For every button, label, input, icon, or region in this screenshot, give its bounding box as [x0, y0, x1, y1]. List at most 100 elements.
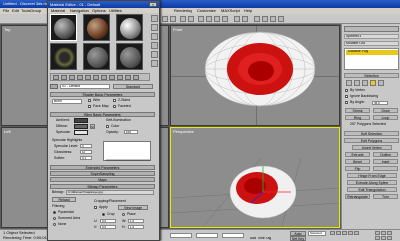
reset-map-icon[interactable] [77, 75, 83, 80]
menu-customize[interactable]: Customize [197, 9, 216, 13]
mat-menu-navigation[interactable]: Navigation [70, 9, 89, 13]
edge-icon[interactable] [354, 80, 360, 86]
flip-button[interactable]: Flip [345, 166, 370, 171]
sample-slot-1[interactable] [50, 14, 77, 41]
h-field[interactable]: 1.0 [128, 225, 144, 229]
insert-vertex-button[interactable]: Insert Vertex [352, 145, 392, 150]
render-icon[interactable] [278, 16, 284, 22]
sample-slot-5[interactable] [83, 43, 110, 70]
two-sided-checkbox[interactable] [113, 99, 116, 102]
diffuse-map-button[interactable]: M [90, 124, 95, 129]
command-panel-tabs[interactable] [344, 26, 399, 32]
selection-rollout[interactable]: Selection [344, 73, 399, 78]
material-editor-title-bar[interactable]: Material Editor - 01 - Default × [48, 1, 159, 8]
quick-render-icon[interactable] [270, 16, 276, 22]
undo-icon[interactable] [162, 16, 168, 22]
apply-checkbox[interactable] [94, 206, 97, 209]
menu-group[interactable]: Group [30, 9, 41, 13]
w-field[interactable]: 1.0 [128, 219, 144, 223]
diffuse-color-swatch[interactable] [74, 124, 88, 129]
make-unique-icon[interactable] [85, 75, 91, 80]
soft-selection-rollout[interactable]: Soft Selection [344, 131, 399, 136]
go-to-parent-icon[interactable] [125, 75, 131, 80]
menu-tools[interactable]: Tools [21, 9, 30, 13]
menu-file[interactable]: File [3, 9, 9, 13]
mat-menu-utilities[interactable]: Utilities [109, 9, 122, 13]
ignore-backfacing-checkbox[interactable] [345, 95, 348, 98]
u-field[interactable]: 0.0 [100, 219, 116, 223]
viewport-front[interactable]: Front [170, 25, 340, 126]
extended-parameters-rollout[interactable]: Extended Parameters [50, 165, 155, 170]
go-start-icon[interactable] [330, 231, 335, 235]
glossiness-field[interactable]: 10 [80, 150, 92, 154]
move-icon[interactable] [206, 16, 212, 22]
ring-button[interactable]: Ring [345, 115, 370, 120]
show-end-result-icon[interactable] [117, 75, 123, 80]
modifier-list-dropdown[interactable]: Modifier List [344, 41, 399, 46]
menu-help[interactable]: Help [244, 9, 252, 13]
soften-field[interactable]: 0.1 [80, 156, 92, 160]
shader-basic-rollout[interactable]: Shader Basic Parameters [50, 92, 155, 97]
show-map-in-viewport-icon[interactable] [109, 75, 115, 80]
outline-button[interactable]: Outline [373, 152, 398, 157]
make-preview-icon[interactable] [151, 60, 158, 67]
shrink-button[interactable]: Shrink [345, 108, 370, 113]
prev-frame-icon[interactable] [336, 231, 341, 235]
by-vertex-checkbox[interactable] [345, 89, 348, 92]
none-radio[interactable] [53, 223, 56, 226]
turn-button[interactable]: Turn [373, 194, 398, 199]
go-end-icon[interactable] [354, 231, 359, 235]
zoom-icon[interactable] [375, 231, 380, 235]
go-forward-sibling-icon[interactable] [133, 75, 139, 80]
self-illum-color-checkbox[interactable] [106, 125, 109, 128]
video-color-check-icon[interactable] [151, 51, 158, 58]
object-name-field[interactable]: Sphere01 [344, 34, 399, 39]
add-time-tag[interactable]: Add Time Tag [250, 237, 271, 241]
view-image-button[interactable]: View Image [118, 205, 148, 210]
sample-slot-2[interactable] [83, 14, 110, 41]
bevel-button[interactable]: Bevel [345, 159, 370, 164]
wire-checkbox[interactable] [88, 99, 91, 102]
backlight-icon[interactable] [151, 24, 158, 31]
get-material-icon[interactable] [53, 75, 59, 80]
zoom-all-icon[interactable] [381, 231, 386, 235]
inset-button[interactable]: Inset [373, 159, 398, 164]
opacity-field[interactable]: 100 [124, 130, 138, 134]
playback-controls[interactable] [330, 231, 370, 240]
rotate-icon[interactable] [214, 16, 220, 22]
material-type-button[interactable]: Standard [113, 84, 153, 89]
v-field[interactable]: 0.0 [100, 225, 116, 229]
reload-button[interactable]: Reload [52, 197, 76, 202]
bitmap-parameters-rollout[interactable]: Bitmap Parameters [50, 184, 155, 189]
material-effects-channel-icon[interactable] [101, 75, 107, 80]
mat-menu-options[interactable]: Options [92, 9, 106, 13]
put-to-library-icon[interactable] [93, 75, 99, 80]
sample-uv-tiling-icon[interactable] [151, 42, 158, 49]
unlink-icon[interactable] [188, 16, 194, 22]
element-icon[interactable] [378, 80, 384, 86]
maps-rollout[interactable]: Maps [50, 177, 155, 182]
face-map-checkbox[interactable] [88, 105, 91, 108]
blinn-basic-rollout[interactable]: Blinn Basic Parameters [50, 112, 155, 117]
angle-field[interactable]: 45.0 [372, 101, 388, 105]
viewport-perspective[interactable]: Perspective [170, 127, 340, 228]
menu-maxscript[interactable]: MAXScript [221, 9, 240, 13]
bitmap-path-button[interactable]: C:\3dsmax7\maps\eye.jpg [66, 190, 154, 195]
sample-slot-4[interactable] [50, 43, 77, 70]
crop-radio[interactable] [102, 213, 105, 216]
modifier-stack[interactable]: Editable Poly [344, 48, 399, 70]
pan-icon[interactable] [375, 236, 380, 240]
stack-item-editable-poly[interactable]: Editable Poly [346, 50, 398, 55]
edit-triangulation-button[interactable]: Edit Triangulation [347, 187, 397, 192]
loop-button[interactable]: Loop [373, 115, 398, 120]
supersampling-rollout[interactable]: SuperSampling [50, 171, 155, 176]
material-name-field[interactable]: 01 - Default [60, 84, 110, 89]
specular-color-swatch[interactable] [74, 130, 88, 135]
mirror-icon[interactable] [234, 16, 240, 22]
play-icon[interactable] [342, 231, 347, 235]
render-setup-icon[interactable] [262, 16, 268, 22]
subobject-icons[interactable] [346, 80, 396, 86]
background-icon[interactable] [151, 33, 158, 40]
mat-menu-material[interactable]: Material [51, 9, 65, 13]
assign-material-icon[interactable] [69, 75, 75, 80]
